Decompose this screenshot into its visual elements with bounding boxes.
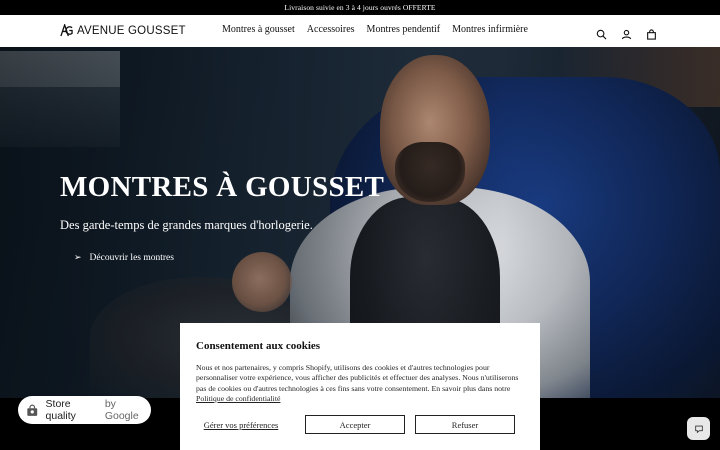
account-icon[interactable] (621, 25, 632, 40)
logo-text: AVENUE GOUSSET (77, 24, 186, 37)
logo[interactable]: AVENUE GOUSSET (60, 24, 186, 37)
shopping-bag-icon (27, 404, 38, 416)
store-quality-badge[interactable]: Store quality by Google (18, 396, 151, 424)
manage-preferences-link[interactable]: Gérer vos préférences (196, 420, 286, 430)
cookie-title: Consentement aux cookies (196, 340, 321, 352)
nav-item-montres-infirmiere[interactable]: Montres infirmière (452, 24, 528, 35)
main-nav: Montres à gousset Accessoires Montres pe… (222, 24, 528, 35)
hero-title: MONTRES À GOUSSET (60, 171, 385, 203)
cookie-consent-banner: Consentement aux cookies Nous et nos par… (180, 323, 540, 450)
announcement-bar: Livraison suivie en 3 à 4 jours ouvrés O… (0, 0, 720, 15)
cookie-text-block: Nous et nos partenaires, y compris Shopi… (196, 363, 526, 404)
store-quality-label: Store quality (45, 398, 76, 422)
site-header: AVENUE GOUSSET Montres à gousset Accesso… (0, 15, 720, 47)
discover-watches-label: Découvrir les montres (89, 252, 174, 263)
accept-button[interactable]: Accepter (305, 415, 405, 434)
nav-item-montres-pendentif[interactable]: Montres pendentif (367, 24, 441, 35)
search-icon[interactable] (596, 25, 607, 40)
header-icons (596, 25, 657, 40)
logo-mark-icon (60, 24, 73, 37)
cart-icon[interactable] (646, 25, 657, 40)
discover-watches-link[interactable]: ➢ Découvrir les montres (74, 252, 174, 263)
refuse-button[interactable]: Refuser (415, 415, 515, 434)
nav-item-montres-a-gousset[interactable]: Montres à gousset (222, 24, 295, 35)
chat-bubble-icon (694, 425, 703, 433)
announcement-text: Livraison suivie en 3 à 4 jours ouvrés O… (284, 3, 436, 12)
nav-item-accessoires[interactable]: Accessoires (307, 24, 355, 35)
privacy-policy-link[interactable]: Politique de confidentialité (196, 394, 280, 403)
cookie-text: Nous et nos partenaires, y compris Shopi… (196, 363, 519, 393)
hero-subtitle: Des garde-temps de grandes marques d'hor… (60, 218, 313, 232)
arrow-right-icon: ➢ (74, 252, 82, 262)
cookie-actions: Gérer vos préférences Accepter Refuser (196, 415, 515, 434)
chat-button[interactable] (687, 417, 710, 440)
store-quality-by: by Google (104, 398, 139, 422)
